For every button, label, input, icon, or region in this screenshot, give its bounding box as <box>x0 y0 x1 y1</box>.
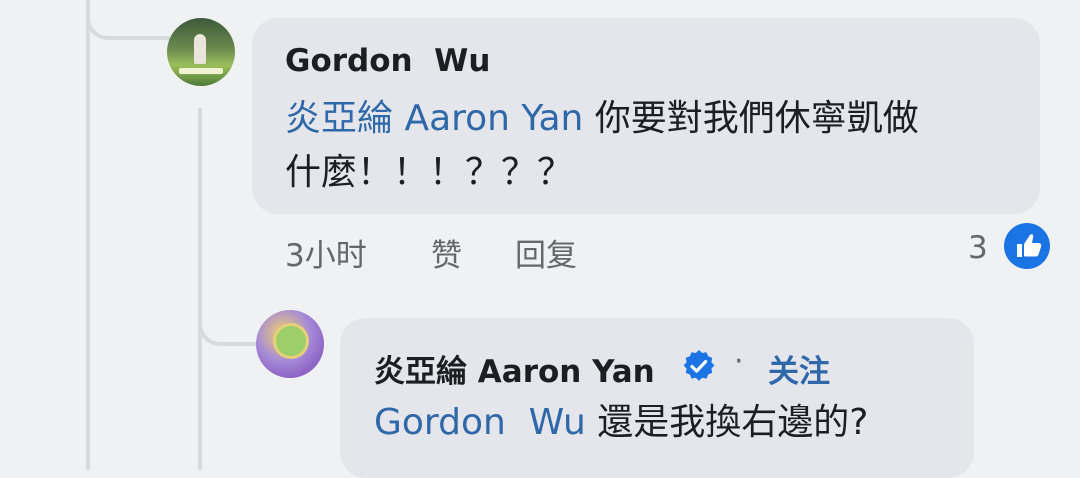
verified-badge-icon <box>681 348 717 384</box>
comment-text: 你要對我們休寧凱做 <box>583 98 919 139</box>
thread-line-reply <box>198 108 202 470</box>
follow-button[interactable]: 关注 <box>768 346 830 391</box>
thread-connector-top <box>86 0 170 40</box>
comment-text-line2: 什麼！！！？？？ <box>285 152 574 193</box>
separator-dot: · <box>734 344 744 379</box>
reply-mention-link[interactable]: Gordon Wu <box>374 402 586 443</box>
reply-text: Gordon Wu 還是我換右邊的? <box>374 396 868 449</box>
replier-avatar[interactable] <box>256 310 324 378</box>
like-button[interactable]: 赞 <box>431 230 462 275</box>
commenter-avatar[interactable] <box>167 18 235 86</box>
comment-timestamp[interactable]: 3小时 <box>285 230 367 275</box>
avatar-caption <box>179 68 223 74</box>
like-reaction-icon[interactable] <box>1004 223 1050 269</box>
reaction-count[interactable]: 3 <box>968 230 988 266</box>
reply-author[interactable]: 炎亞綸 Aaron Yan <box>374 346 655 391</box>
reply-text-body: 還是我換右邊的? <box>585 402 869 443</box>
comment-author[interactable]: Gordon Wu <box>285 43 490 79</box>
mention-link[interactable]: 炎亞綸 Aaron Yan <box>285 98 583 139</box>
thread-line-left <box>86 0 90 470</box>
avatar-face <box>276 326 306 356</box>
avatar-figure <box>194 34 206 64</box>
thread-connector-reply <box>198 290 258 346</box>
reply-button[interactable]: 回复 <box>515 230 577 275</box>
comment-text-line1: 炎亞綸 Aaron Yan 你要對我們休寧凱做 <box>285 92 919 145</box>
